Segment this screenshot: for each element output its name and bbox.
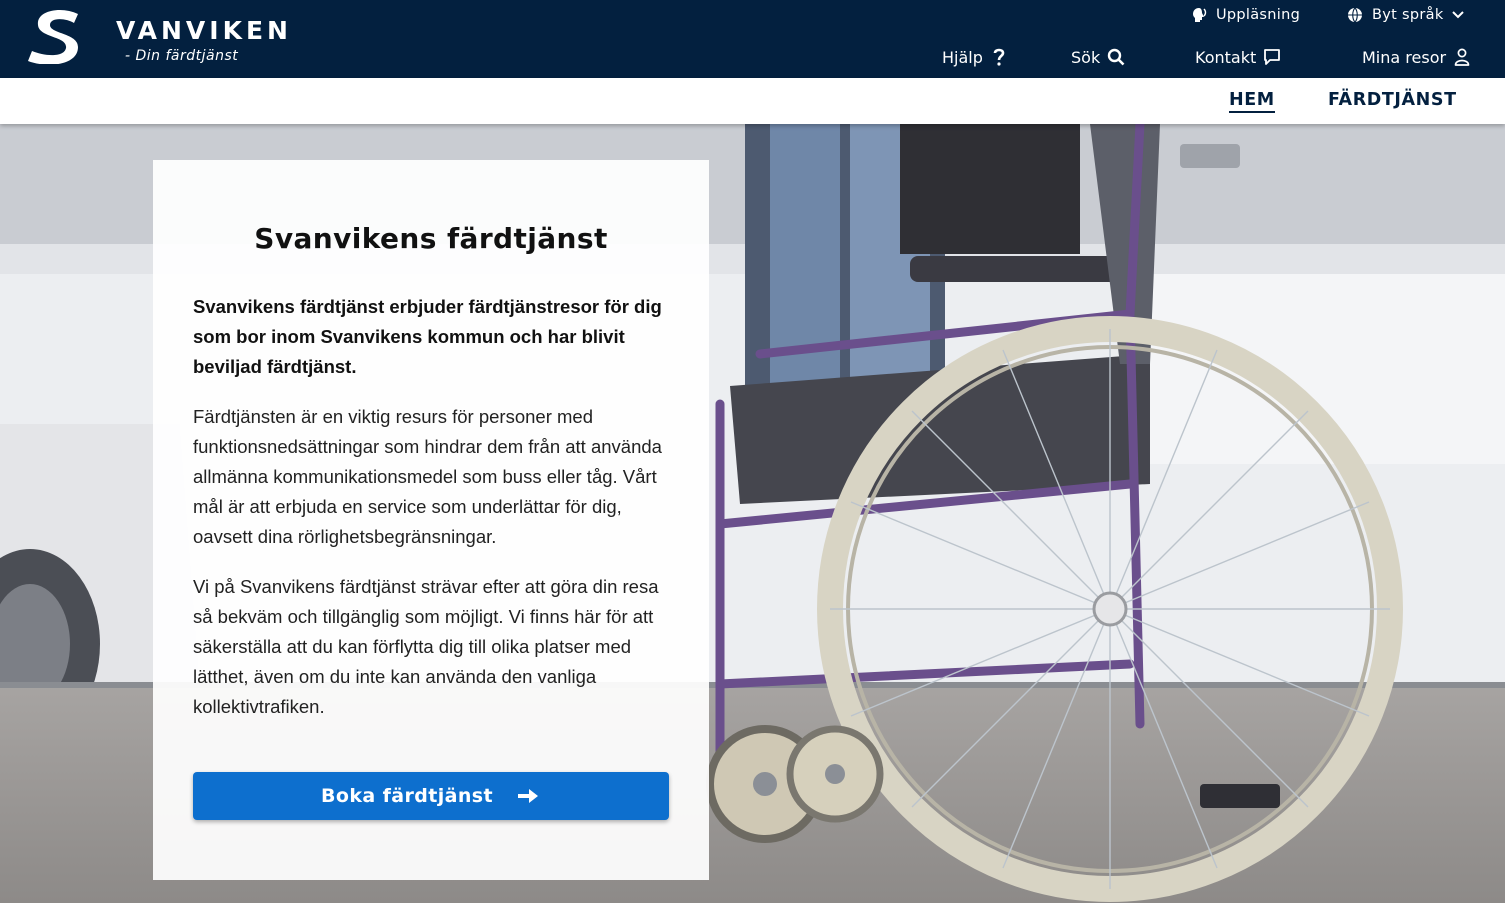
logo-s-mark (28, 10, 78, 64)
chat-icon (1262, 47, 1282, 67)
intro-card: Svanvikens färdtjänst Svanvikens färdtjä… (153, 160, 709, 880)
brand-name: VANVIKEN (116, 16, 292, 45)
book-service-button[interactable]: Boka färdtjänst (193, 772, 669, 820)
globe-icon (1346, 6, 1364, 24)
question-icon (989, 47, 1009, 67)
book-service-label: Boka färdtjänst (321, 785, 493, 807)
read-aloud-label: Uppläsning (1216, 7, 1301, 23)
page-title: Svanvikens färdtjänst (254, 222, 608, 255)
top-header: VANVIKEN - Din färdtjänst Uppläsning Byt… (0, 0, 1505, 78)
tab-home[interactable]: HEM (1229, 90, 1275, 113)
tab-fardtjanst[interactable]: FÄRDTJÄNST (1328, 90, 1457, 110)
read-aloud-link[interactable]: Uppläsning (1190, 5, 1300, 25)
nav-contact[interactable]: Kontakt (1195, 45, 1282, 69)
intro-paragraph-3: Vi på Svanvikens färdtjänst strävar efte… (193, 576, 659, 717)
language-switcher[interactable]: Byt språk (1346, 5, 1466, 25)
secondary-nav: HEM FÄRDTJÄNST (0, 78, 1505, 124)
intro-paragraph-2: Färdtjänsten är en viktig resurs för per… (193, 406, 662, 547)
brand-tagline: - Din färdtjänst (125, 48, 239, 64)
nav-search-label: Sök (1071, 47, 1101, 67)
nav-help-label: Hjälp (942, 47, 983, 67)
chevron-down-icon (1451, 8, 1466, 22)
nav-my-trips[interactable]: Mina resor (1362, 45, 1472, 69)
nav-search[interactable]: Sök (1071, 45, 1126, 69)
intro-lead-text: Svanvikens färdtjänst erbjuder färdtjäns… (193, 296, 662, 377)
search-icon (1106, 47, 1126, 67)
nav-contact-label: Kontakt (1195, 47, 1257, 67)
arrow-right-icon (517, 784, 541, 808)
speaker-head-icon (1190, 6, 1208, 24)
user-icon (1452, 47, 1472, 67)
language-label: Byt språk (1372, 7, 1444, 23)
nav-help[interactable]: Hjälp (942, 45, 1009, 69)
nav-my-trips-label: Mina resor (1362, 47, 1447, 67)
logo[interactable]: VANVIKEN - Din färdtjänst (28, 8, 298, 68)
